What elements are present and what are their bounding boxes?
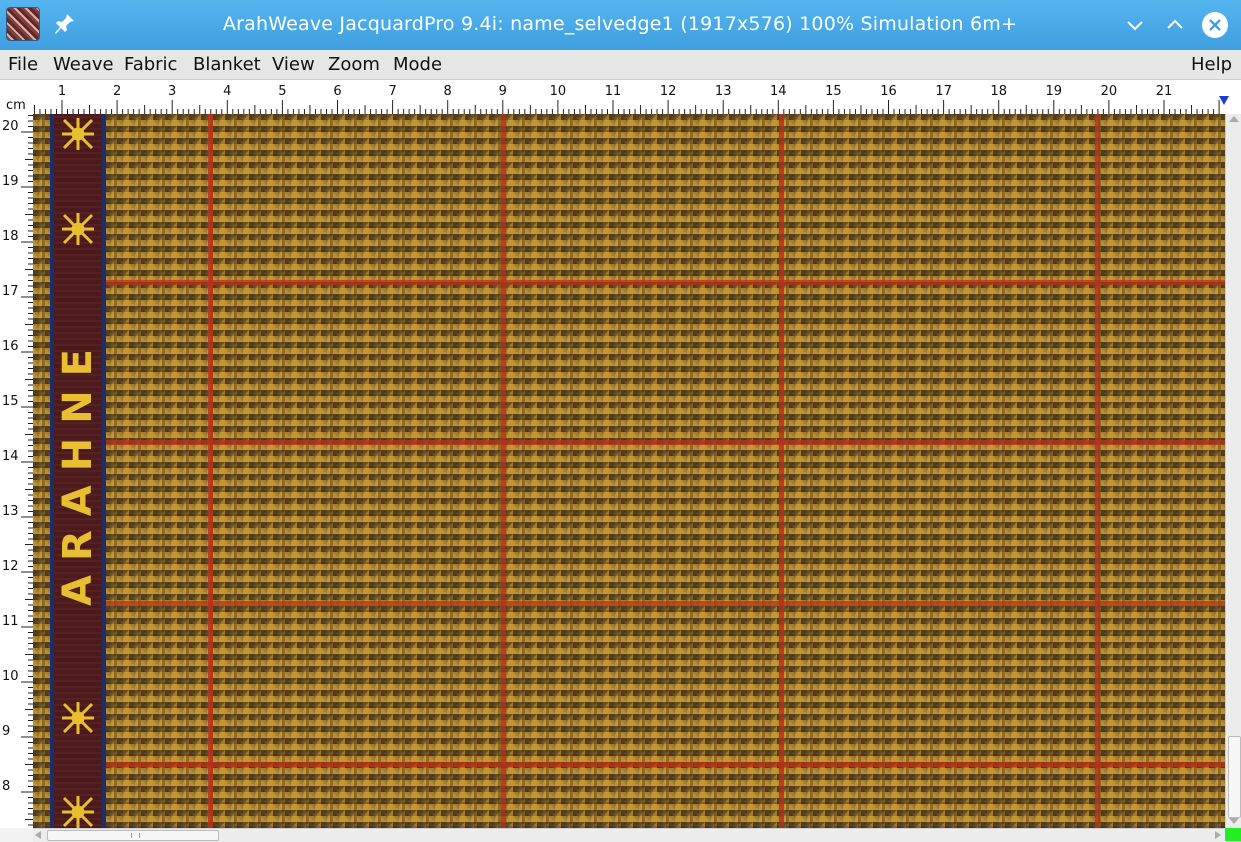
ruler-label: 9 xyxy=(2,724,10,739)
menu-fabric[interactable]: Fabric xyxy=(124,50,177,79)
minimize-button[interactable] xyxy=(1121,11,1149,39)
menu-file[interactable]: File xyxy=(8,50,38,79)
ruler-label: 12 xyxy=(660,84,677,99)
ruler-label: 14 xyxy=(770,84,787,99)
status-indicator xyxy=(1225,828,1241,841)
menu-weave[interactable]: Weave xyxy=(53,50,114,79)
maximize-button[interactable] xyxy=(1161,11,1189,39)
ruler-label: 10 xyxy=(550,84,567,99)
menu-view[interactable]: View xyxy=(272,50,315,79)
fabric-pattern: ARAHNE xyxy=(33,114,1225,828)
ruler-label: 11 xyxy=(605,84,622,99)
ruler-label: 17 xyxy=(935,84,952,99)
selvedge-motif xyxy=(62,213,94,245)
selvedge-motif xyxy=(62,118,94,150)
horizontal-scroll-thumb[interactable] xyxy=(47,830,219,841)
scroll-down-arrow[interactable] xyxy=(1229,818,1239,824)
selvedge-name-text: ARAHNE xyxy=(55,335,101,606)
ruler-label: 4 xyxy=(223,84,231,99)
ruler-label: 8 xyxy=(2,779,10,794)
close-icon xyxy=(1202,12,1228,38)
ruler-label: 14 xyxy=(2,449,19,464)
menu-help[interactable]: Help xyxy=(1191,50,1232,79)
close-button[interactable] xyxy=(1201,11,1229,39)
scroll-up-arrow[interactable] xyxy=(1229,116,1239,122)
ruler-label: 20 xyxy=(1101,84,1118,99)
ruler-label: 19 xyxy=(1046,84,1063,99)
scrollbar-spacer xyxy=(0,828,33,841)
horizontal-scrollbar[interactable] xyxy=(33,828,1225,842)
ruler-label: 5 xyxy=(278,84,286,99)
menu-bar: File Weave Fabric Blanket View Zoom Mode… xyxy=(0,50,1241,80)
ruler-label: 13 xyxy=(2,504,19,519)
ruler-label: 3 xyxy=(168,84,176,99)
ruler-label: 21 xyxy=(1156,84,1173,99)
ruler-label: 16 xyxy=(2,339,19,354)
ruler-label: 10 xyxy=(2,669,19,684)
ruler-label: 6 xyxy=(333,84,341,99)
window-title: ArahWeave JacquardPro 9.4i: name_selvedg… xyxy=(222,13,1018,35)
fabric-simulation-canvas[interactable]: ARAHNE xyxy=(33,114,1225,828)
selvedge-motif xyxy=(62,796,94,828)
pin-icon[interactable] xyxy=(54,12,76,36)
maximize-icon xyxy=(1167,19,1183,29)
ruler-label: 18 xyxy=(990,84,1007,99)
vertical-ruler-ticks: 20 19 18 17 16 15 14 13 12 11 10 9 8 xyxy=(2,115,33,826)
ruler-label: 9 xyxy=(499,84,507,99)
ruler-label: 19 xyxy=(2,174,19,189)
ruler-label: 20 xyxy=(2,119,19,134)
ruler-label: 2 xyxy=(113,84,121,99)
menu-blanket[interactable]: Blanket xyxy=(193,50,261,79)
ruler-label: 7 xyxy=(388,84,396,99)
ruler-label: 12 xyxy=(2,559,19,574)
selvedge-band: ARAHNE xyxy=(50,114,106,828)
ruler-label: 15 xyxy=(825,84,842,99)
ruler-label: 15 xyxy=(2,394,19,409)
vertical-scrollbar[interactable] xyxy=(1225,114,1241,828)
ruler-unit-label: cm xyxy=(6,98,26,113)
ruler-label: 18 xyxy=(2,229,19,244)
scroll-right-arrow[interactable] xyxy=(1215,831,1221,839)
menu-mode[interactable]: Mode xyxy=(393,50,442,79)
selvedge-motif xyxy=(62,702,94,734)
ruler-label: 1 xyxy=(58,84,66,99)
ruler-marker-icon[interactable] xyxy=(1219,96,1229,105)
app-icon[interactable] xyxy=(7,8,39,40)
ruler-label: 17 xyxy=(2,284,19,299)
scroll-left-arrow[interactable] xyxy=(35,831,41,839)
horizontal-ruler: 1 2 3 4 5 6 7 8 9 10 11 12 13 14 15 16 17 18 19 20 21 xyxy=(33,80,1241,114)
vertical-scroll-thumb[interactable] xyxy=(1228,736,1241,818)
vertical-ruler: 20 19 18 17 16 15 14 13 12 11 10 9 8 xyxy=(0,114,33,828)
horizontal-ruler-ticks: 1 2 3 4 5 6 7 8 9 10 11 12 13 14 15 16 17 18 19 20 21 xyxy=(33,84,1229,114)
ruler-label: 13 xyxy=(715,84,732,99)
title-bar: ArahWeave JacquardPro 9.4i: name_selvedg… xyxy=(0,0,1241,50)
ruler-corner: cm xyxy=(0,80,33,114)
minimize-icon xyxy=(1127,21,1143,31)
ruler-label: 11 xyxy=(2,614,19,629)
ruler-label: 16 xyxy=(880,84,897,99)
menu-zoom[interactable]: Zoom xyxy=(328,50,380,79)
ruler-label: 8 xyxy=(444,84,452,99)
